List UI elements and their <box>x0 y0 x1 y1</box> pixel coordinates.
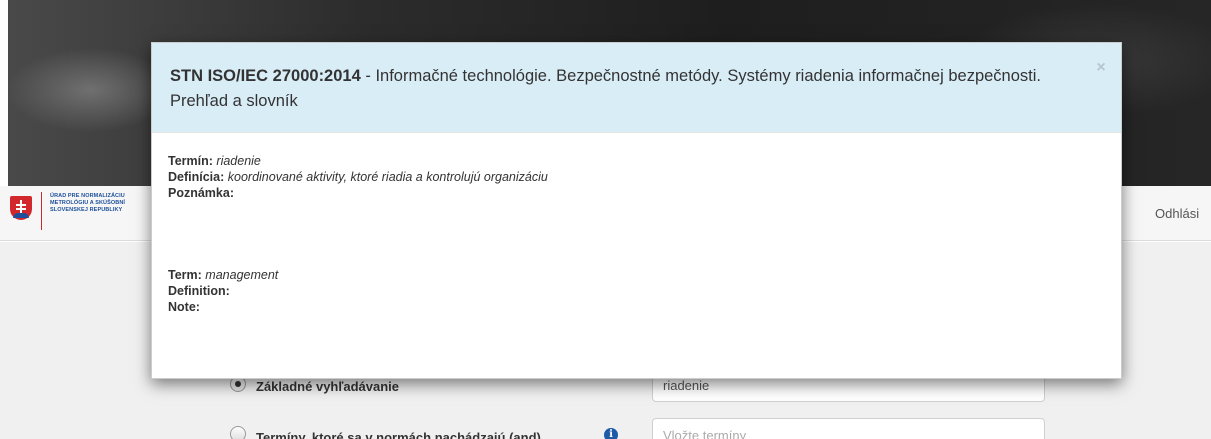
definition-label: Definícia: <box>168 170 225 184</box>
definition-row: Definition: <box>168 283 278 299</box>
standard-code: STN ISO/IEC 27000:2014 <box>170 67 361 85</box>
terms-input[interactable] <box>652 418 1045 439</box>
term-value: management <box>205 268 279 282</box>
and-search-label[interactable]: Termíny, ktoré sa v normách nachádzajú (… <box>256 430 541 439</box>
definition-value: koordinované aktivity, ktoré riadia a ko… <box>227 170 548 184</box>
term-label: Termín: <box>168 154 213 168</box>
modal-header: STN ISO/IEC 27000:2014 - Informačné tech… <box>152 43 1121 133</box>
logo-divider <box>41 192 42 230</box>
close-icon[interactable]: × <box>1092 58 1110 78</box>
term-row: Termín: riadenie <box>168 153 548 169</box>
term-detail-modal: STN ISO/IEC 27000:2014 - Informačné tech… <box>151 42 1122 379</box>
and-search-radio[interactable] <box>230 426 246 439</box>
logout-link[interactable]: Odhlási <box>1155 206 1199 221</box>
slovak-term-entry: Termín: riadenie Definícia: koordinované… <box>168 153 548 201</box>
basic-search-label[interactable]: Základné vyhľadávanie <box>256 379 399 394</box>
definition-label: Definition: <box>168 284 230 298</box>
title-separator: - <box>360 67 376 85</box>
english-term-entry: Term: management Definition: Note: <box>168 267 278 315</box>
modal-title: STN ISO/IEC 27000:2014 - Informačné tech… <box>170 64 1070 114</box>
note-label: Poznámka: <box>168 186 234 200</box>
term-label: Term: <box>168 268 202 282</box>
note-row: Note: <box>168 299 278 315</box>
logo-line: SLOVENSKEJ REPUBLIKY <box>50 207 123 213</box>
logo-line: ÚRAD PRE NORMALIZÁCIU <box>50 193 125 199</box>
slovak-coat-of-arms-icon <box>10 196 32 220</box>
institution-logo-text[interactable]: ÚRAD PRE NORMALIZÁCIU METROLÓGIU A SKÚŠO… <box>50 193 150 214</box>
info-icon[interactable]: i <box>604 428 618 439</box>
note-label: Note: <box>168 300 200 314</box>
term-row: Term: management <box>168 267 278 283</box>
note-row: Poznámka: <box>168 185 548 201</box>
logo-line: METROLÓGIU A SKÚŠOBNÍ <box>50 200 126 206</box>
definition-row: Definícia: koordinované aktivity, ktoré … <box>168 169 548 185</box>
term-value: riadenie <box>216 154 261 168</box>
